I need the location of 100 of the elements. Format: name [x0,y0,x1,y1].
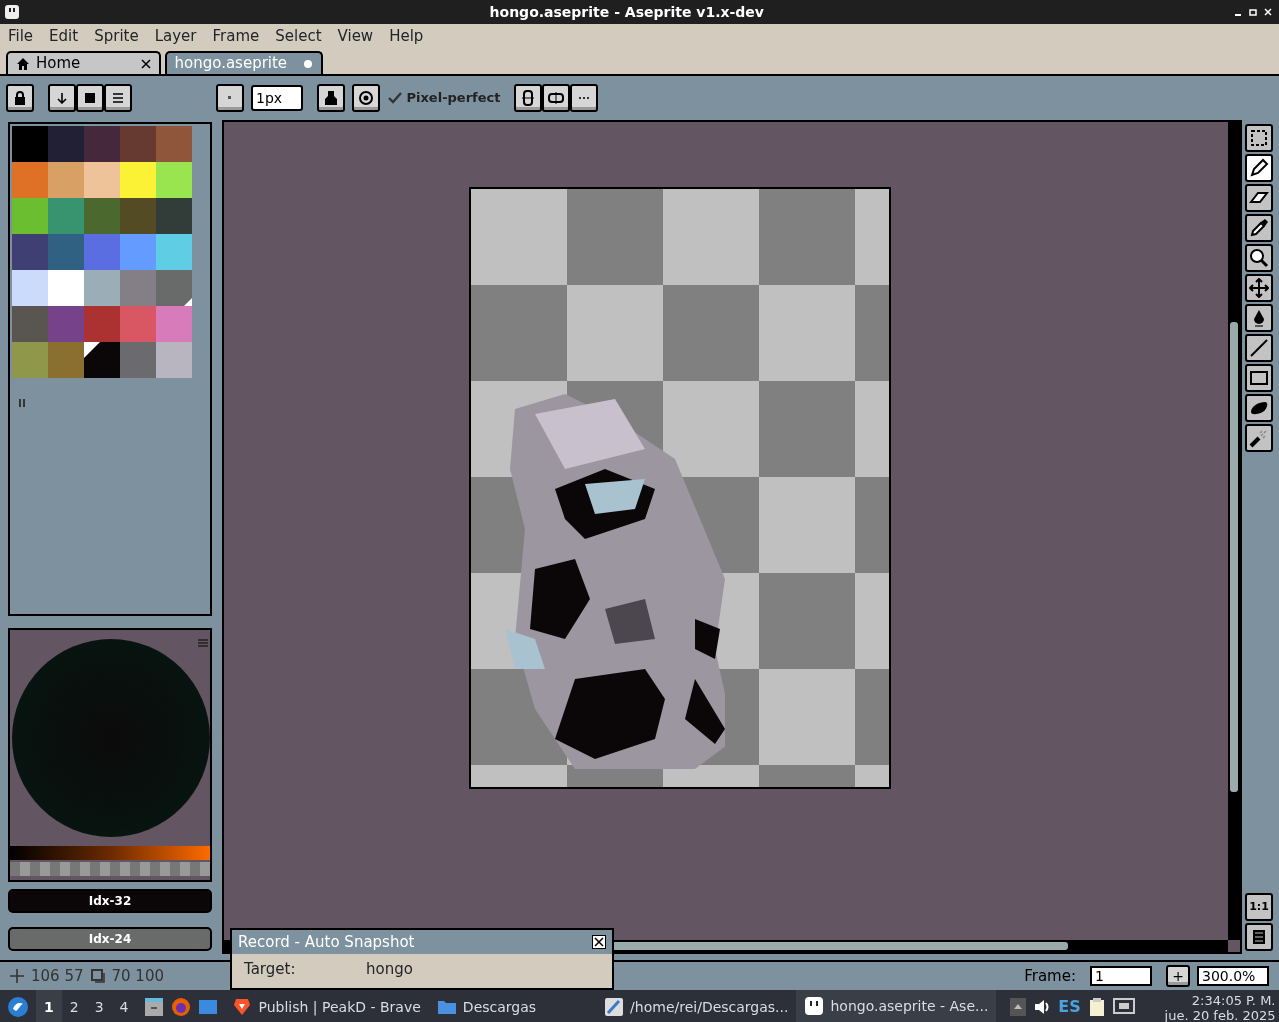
taskbar-task[interactable]: /home/rei/Descargas... [596,990,797,1022]
palette-swatch[interactable] [156,198,192,234]
palette-swatch[interactable] [156,306,192,342]
background-color-button[interactable]: Idx-24 [8,927,212,951]
palette-swatch[interactable] [84,234,120,270]
palette-swatch[interactable] [120,306,156,342]
zoom-field[interactable]: 300.0% [1197,966,1269,986]
drag-handle-icon[interactable] [19,398,25,408]
window-icon[interactable] [197,997,218,1017]
palette-swatch[interactable] [84,342,120,378]
palette-swatch[interactable] [48,342,84,378]
close-icon[interactable] [592,935,606,949]
tool-button[interactable] [1245,303,1273,332]
tool-button[interactable] [1245,333,1273,362]
add-frame-button[interactable]: + [1166,965,1190,987]
palette-swatch[interactable] [12,306,48,342]
browser-globe-icon[interactable] [170,997,191,1017]
menu-item[interactable]: Frame [204,24,268,48]
palette-swatch[interactable] [12,270,48,306]
palette-swatch[interactable] [12,198,48,234]
list-button[interactable] [104,84,132,112]
taskbar-task[interactable]: Descargas [428,990,545,1022]
menu-item[interactable]: View [329,24,382,48]
tool-button[interactable] [1245,243,1273,272]
workspace-button[interactable]: 1 [36,990,62,1022]
palette-swatch[interactable] [48,198,84,234]
more-button[interactable] [570,84,599,112]
palette-swatch[interactable] [120,270,156,306]
clipboard-icon[interactable] [1087,997,1106,1017]
foreground-color-button[interactable]: Idx-32 [8,889,212,913]
menu-item[interactable]: Layer [146,24,205,48]
palette-swatch[interactable] [12,234,48,270]
palette-swatch[interactable] [84,126,120,162]
tool-button[interactable] [1245,183,1273,212]
workspace-button[interactable]: 2 [61,990,87,1022]
tool-button[interactable] [1245,123,1273,152]
clock[interactable]: 2:34:05 P. M. jue. 20 feb. 2025 [1164,994,1279,1022]
timeline-button[interactable] [1245,923,1273,951]
tool-button[interactable] [1245,273,1273,302]
file-cabinet-icon[interactable] [143,997,164,1017]
file-tab[interactable]: Home [6,51,161,74]
palette-swatch[interactable] [120,162,156,198]
tray-expand-icon[interactable] [1010,998,1027,1016]
palette-swatch[interactable] [120,342,156,378]
line-icon [1249,337,1269,358]
palette-swatch[interactable] [48,270,84,306]
palette-swatch[interactable] [12,342,48,378]
color-wheel[interactable] [11,638,211,838]
palette-swatch[interactable] [120,126,156,162]
palette-swatch[interactable] [48,162,84,198]
palette-swatch[interactable] [84,162,120,198]
menu-item[interactable]: File [0,24,42,48]
brush-type-button[interactable] [216,84,244,112]
palette-swatch[interactable] [84,270,120,306]
maximize-icon[interactable] [1249,7,1257,17]
tool-button[interactable] [1245,213,1273,242]
tool-button[interactable] [1245,363,1273,392]
tab-close-icon[interactable] [141,58,151,69]
palette-swatch[interactable] [48,126,84,162]
ink-button[interactable] [317,84,345,112]
frame-field[interactable]: 1 [1090,966,1152,986]
palette-swatch[interactable] [156,270,192,306]
flip-button[interactable] [542,84,571,112]
keyboard-layout-indicator[interactable]: ES [1058,995,1081,1019]
palette-swatch[interactable] [156,234,192,270]
canvas-area[interactable] [222,120,1242,954]
palette-swatch[interactable] [156,342,192,378]
rotate-button[interactable] [514,84,543,112]
brush-size-field[interactable]: 1px [251,85,303,111]
palette-swatch[interactable] [84,198,120,234]
menu-item[interactable]: Sprite [86,24,147,48]
palette-swatch[interactable] [12,162,48,198]
square-button[interactable] [76,84,104,112]
palette-swatch[interactable] [120,198,156,234]
workspace-button[interactable]: 3 [86,990,112,1022]
palette-swatch[interactable] [48,234,84,270]
start-menu-icon[interactable] [7,996,29,1018]
taskbar-task[interactable]: Publish | PeakD - Brave [224,990,429,1022]
tool-button[interactable] [1245,393,1273,422]
palette-swatch[interactable] [48,306,84,342]
palette-swatch[interactable] [156,162,192,198]
palette-swatch[interactable] [120,234,156,270]
menu-item[interactable]: Select [267,24,330,48]
taskbar-task[interactable]: hongo.aseprite - Ase... [796,990,997,1022]
menu-item[interactable]: Edit [41,24,87,48]
tool-button[interactable] [1245,153,1273,182]
palette-swatch[interactable] [84,306,120,342]
workspace-button[interactable]: 4 [111,990,137,1022]
palette-swatch[interactable] [156,126,192,162]
arrow-down-button[interactable] [48,84,76,112]
color-gradient-strip[interactable] [10,846,210,860]
actual-size-button[interactable]: 1:1 [1245,893,1273,921]
palette-swatch[interactable] [12,126,48,162]
network-icon[interactable] [1112,998,1135,1016]
vertical-scrollbar[interactable] [1228,122,1240,940]
menu-item[interactable]: Help [381,24,432,48]
tool-button[interactable] [1245,423,1273,452]
symmetry-button[interactable] [352,84,380,112]
pixel-perfect-checkbox[interactable]: Pixel-perfect [387,88,501,108]
lock-button[interactable] [6,84,34,112]
